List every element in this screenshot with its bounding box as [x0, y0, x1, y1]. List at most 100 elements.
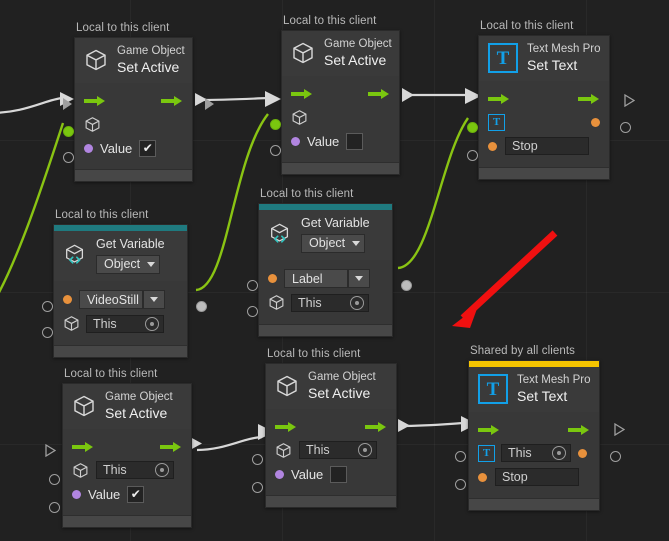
- value-checkbox[interactable]: [346, 132, 364, 150]
- text-out-port[interactable]: [620, 122, 631, 133]
- value-row: Value ✔: [72, 483, 182, 505]
- variable-in-port[interactable]: [42, 301, 53, 312]
- object-field-row: This: [268, 292, 383, 314]
- node-title: Set Text: [517, 387, 568, 404]
- flow-arrow-in-icon[interactable]: [72, 441, 94, 453]
- flow-arrow-out-icon[interactable]: [365, 421, 387, 433]
- flow-arrow-in-icon[interactable]: [84, 95, 106, 107]
- node-set-text-2[interactable]: T Text Mesh Pro Set Text T This Stop: [455, 360, 625, 512]
- object-picker-icon[interactable]: [155, 463, 169, 478]
- value-label: Value: [100, 140, 133, 156]
- value-checkbox[interactable]: ✔: [139, 139, 157, 157]
- variable-in-port[interactable]: [247, 280, 258, 291]
- tmp-in-port[interactable]: [467, 122, 478, 133]
- node-footer: [266, 495, 396, 508]
- source-in-port[interactable]: [42, 327, 53, 338]
- flow-arrow-out-icon[interactable]: [160, 441, 182, 453]
- object-in-port[interactable]: [63, 126, 74, 137]
- node-body: Value: [282, 76, 399, 163]
- text-mesh-pro-icon: T: [478, 374, 508, 405]
- object-picker-icon[interactable]: [358, 443, 372, 458]
- value-in-port[interactable]: [270, 145, 281, 156]
- exec-out-port[interactable]: [614, 423, 625, 436]
- text-input[interactable]: Stop: [505, 137, 589, 156]
- object-in-port[interactable]: [49, 474, 60, 485]
- text-in-port[interactable]: [467, 150, 478, 161]
- node-set-active-4[interactable]: Game Object Set Active This Value: [252, 363, 397, 509]
- cube-icon: [276, 442, 291, 458]
- cube-icon: [293, 42, 313, 64]
- tmp-reference-row: T: [488, 111, 600, 133]
- exec-out-port[interactable]: [624, 94, 635, 107]
- cube-icon: [86, 49, 106, 71]
- flow-arrow-out-icon[interactable]: [568, 424, 590, 436]
- node-set-active-2[interactable]: Game Object Set Active Value: [270, 30, 400, 176]
- variable-name-value: VideoStill: [87, 292, 139, 307]
- cube-icon: [64, 316, 79, 332]
- text-out-port[interactable]: [610, 451, 621, 462]
- node-set-active-3[interactable]: Game Object Set Active This Value ✔: [45, 383, 192, 529]
- node-get-variable-2[interactable]: Get Variable Object Label This: [247, 203, 412, 337]
- source-in-port[interactable]: [247, 306, 258, 317]
- node-group-set-active-1: Local to this client Game Object Set Act…: [63, 22, 214, 183]
- node-title: Set Text: [527, 56, 578, 73]
- flow-arrow-in-icon[interactable]: [275, 421, 297, 433]
- text-in-dot: [488, 141, 497, 151]
- text-mesh-pro-icon: T: [488, 43, 518, 74]
- text-input[interactable]: Stop: [495, 468, 579, 487]
- value-label: Value: [88, 486, 121, 502]
- tmp-glyph: T: [496, 47, 510, 69]
- object-field[interactable]: This: [86, 314, 164, 333]
- flow-arrow-in-icon[interactable]: [291, 88, 313, 100]
- flow-arrow-out-icon[interactable]: [578, 93, 600, 105]
- exec-out-port[interactable]: [205, 98, 214, 110]
- value-port-dot: [72, 489, 81, 499]
- value-in-port[interactable]: [63, 152, 74, 163]
- flow-arrow-out-icon[interactable]: [368, 88, 390, 100]
- variable-name-dropdown-toggle[interactable]: [348, 269, 370, 289]
- object-field[interactable]: This: [501, 444, 571, 463]
- node-header: Game Object Set Active: [63, 384, 191, 430]
- flow-arrow-in-icon[interactable]: [478, 424, 500, 436]
- variable-type-dropdown[interactable]: Object: [301, 233, 365, 253]
- variable-type-dropdown[interactable]: Object: [96, 254, 160, 274]
- node-title: Set Active: [117, 58, 180, 75]
- variable-out-port[interactable]: [401, 280, 412, 291]
- node-set-active-1[interactable]: Game Object Set Active Value ✔: [63, 37, 214, 183]
- variable-name-dropdown[interactable]: Label: [284, 269, 348, 289]
- object-field[interactable]: This: [299, 441, 377, 460]
- variable-out-port[interactable]: [196, 301, 207, 312]
- node-get-variable-1[interactable]: Get Variable Object VideoStill This: [42, 224, 207, 358]
- flow-arrow-out-icon[interactable]: [161, 95, 183, 107]
- variable-name-dropdown-toggle[interactable]: [143, 290, 165, 310]
- node-title: Set Active: [324, 51, 387, 68]
- exec-in-port[interactable]: [45, 444, 56, 457]
- node-body: VideoStill This: [54, 280, 187, 345]
- object-picker-icon[interactable]: [552, 446, 566, 461]
- value-checkbox[interactable]: [330, 465, 348, 483]
- node-header: Get Variable Object: [259, 210, 392, 260]
- value-in-port[interactable]: [252, 482, 263, 493]
- node-subtitle: Text Mesh Pro: [527, 43, 601, 55]
- object-picker-icon[interactable]: [145, 316, 159, 331]
- cube-code-icon: [271, 223, 289, 244]
- value-in-port[interactable]: [49, 502, 60, 513]
- flow-row: [291, 84, 390, 104]
- text-in-dot: [478, 472, 487, 482]
- object-in-port[interactable]: [270, 119, 281, 130]
- object-picker-icon[interactable]: [350, 295, 364, 310]
- node-body: T This Stop: [469, 412, 599, 499]
- text-in-port[interactable]: [455, 479, 466, 490]
- exec-in-port[interactable]: [63, 98, 72, 110]
- node-set-text-1[interactable]: T Text Mesh Pro Set Text T Stop: [467, 35, 635, 181]
- node-body: T Stop: [479, 81, 609, 168]
- value-checkbox[interactable]: ✔: [127, 485, 145, 503]
- chevron-down-icon: [150, 297, 158, 303]
- object-in-port[interactable]: [252, 454, 263, 465]
- object-field[interactable]: This: [291, 293, 369, 312]
- tmp-in-port[interactable]: [455, 451, 466, 462]
- flow-arrow-in-icon[interactable]: [488, 93, 510, 105]
- variable-name-dropdown[interactable]: VideoStill: [79, 290, 143, 310]
- object-field[interactable]: This: [96, 461, 174, 480]
- chevron-down-icon: [352, 240, 360, 246]
